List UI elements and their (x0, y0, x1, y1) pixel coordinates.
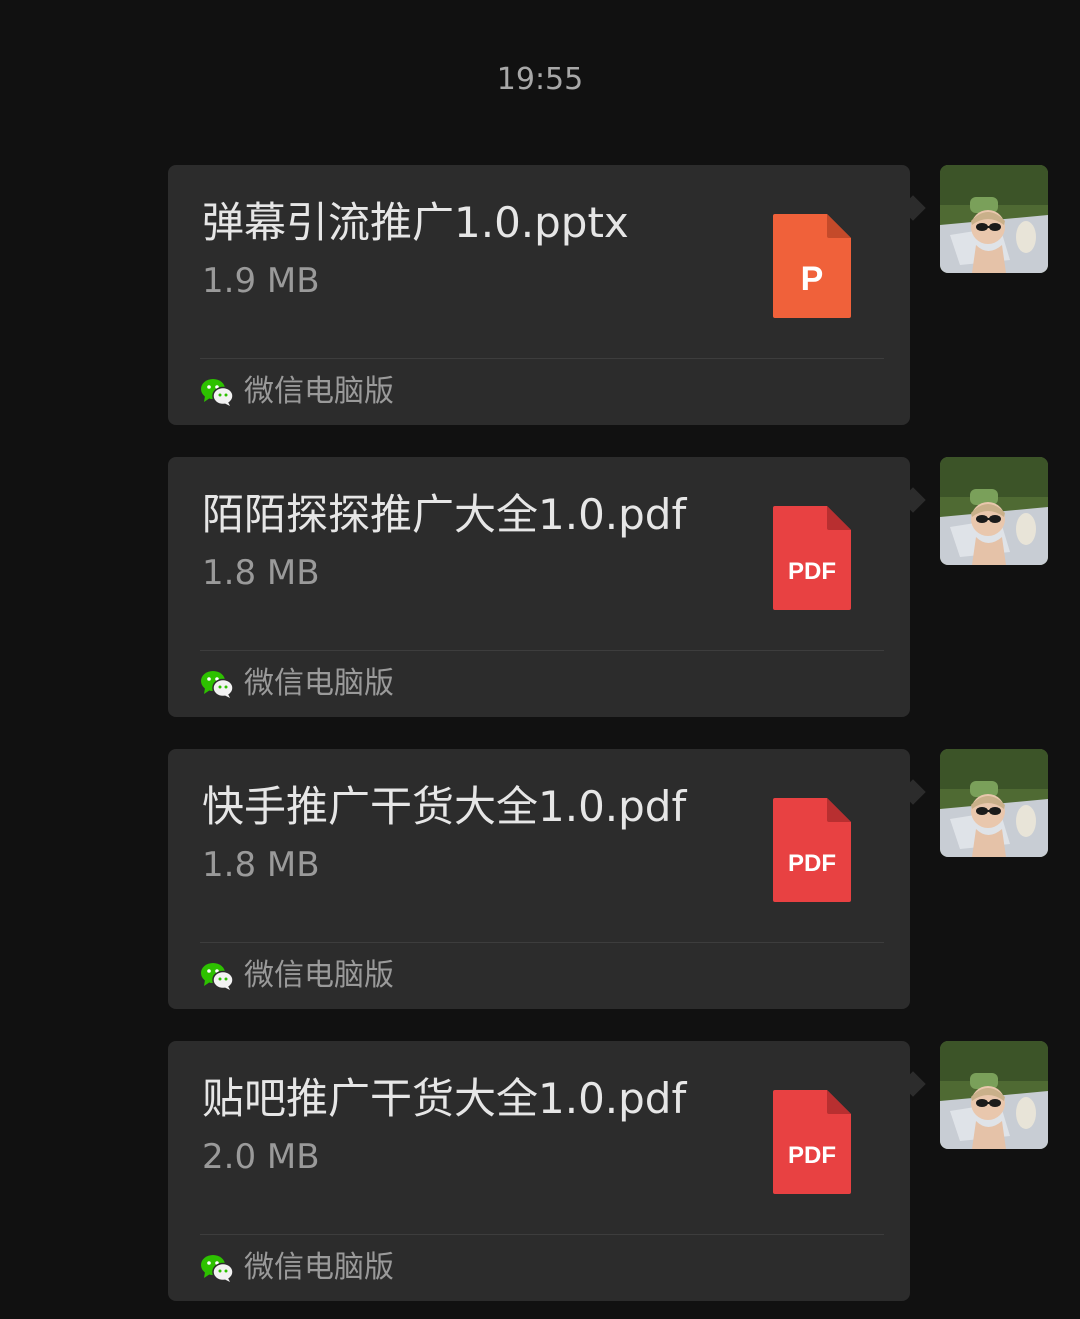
file-card[interactable]: 贴吧推广干货大全1.0.pdf 2.0 MB PDF 微信电脑版 (168, 1041, 910, 1301)
card-divider (200, 650, 884, 651)
file-size: 1.8 MB (202, 553, 320, 593)
source-label: 微信电脑版 (244, 666, 394, 701)
avatar[interactable] (940, 1041, 1048, 1149)
wechat-icon (200, 669, 234, 699)
pdf-file-icon: PDF (773, 1090, 851, 1194)
file-type-label: PDF (788, 1142, 836, 1169)
file-name: 弹幕引流推广1.0.pptx (202, 198, 629, 247)
wechat-icon (200, 1253, 234, 1283)
file-size: 1.9 MB (202, 261, 320, 301)
ppt-file-icon: P (773, 214, 851, 318)
pdf-file-icon: PDF (773, 798, 851, 902)
avatar[interactable] (940, 165, 1048, 273)
file-message: 快手推广干货大全1.0.pdf 1.8 MB PDF 微信电脑版 (168, 749, 1048, 1009)
file-size: 2.0 MB (202, 1137, 320, 1177)
source-row: 微信电脑版 (200, 954, 394, 998)
file-name: 贴吧推广干货大全1.0.pdf (202, 1074, 687, 1123)
file-type-label: PDF (788, 850, 836, 877)
card-divider (200, 1234, 884, 1235)
card-divider (200, 942, 884, 943)
source-label: 微信电脑版 (244, 374, 394, 409)
file-card[interactable]: 弹幕引流推广1.0.pptx 1.9 MB P 微信电脑版 (168, 165, 910, 425)
file-message: 贴吧推广干货大全1.0.pdf 2.0 MB PDF 微信电脑版 (168, 1041, 1048, 1301)
wechat-icon (200, 377, 234, 407)
avatar[interactable] (940, 749, 1048, 857)
source-label: 微信电脑版 (244, 958, 394, 993)
source-row: 微信电脑版 (200, 370, 394, 414)
file-card[interactable]: 陌陌探探推广大全1.0.pdf 1.8 MB PDF 微信电脑版 (168, 457, 910, 717)
card-divider (200, 358, 884, 359)
chat-view: 19:55 弹幕引流推广1.0.pptx 1.9 MB P 微信电脑版 陌陌探探… (0, 0, 1080, 1319)
file-name: 快手推广干货大全1.0.pdf (202, 782, 687, 831)
file-name: 陌陌探探推广大全1.0.pdf (202, 490, 687, 539)
pdf-file-icon: PDF (773, 506, 851, 610)
source-row: 微信电脑版 (200, 1246, 394, 1290)
source-label: 微信电脑版 (244, 1250, 394, 1285)
message-timestamp: 19:55 (496, 62, 584, 97)
file-size: 1.8 MB (202, 845, 320, 885)
file-message: 弹幕引流推广1.0.pptx 1.9 MB P 微信电脑版 (168, 165, 1048, 425)
file-type-label: PDF (788, 558, 836, 585)
avatar[interactable] (940, 457, 1048, 565)
file-type-label: P (801, 260, 824, 298)
file-message: 陌陌探探推广大全1.0.pdf 1.8 MB PDF 微信电脑版 (168, 457, 1048, 717)
source-row: 微信电脑版 (200, 662, 394, 706)
wechat-icon (200, 961, 234, 991)
file-card[interactable]: 快手推广干货大全1.0.pdf 1.8 MB PDF 微信电脑版 (168, 749, 910, 1009)
